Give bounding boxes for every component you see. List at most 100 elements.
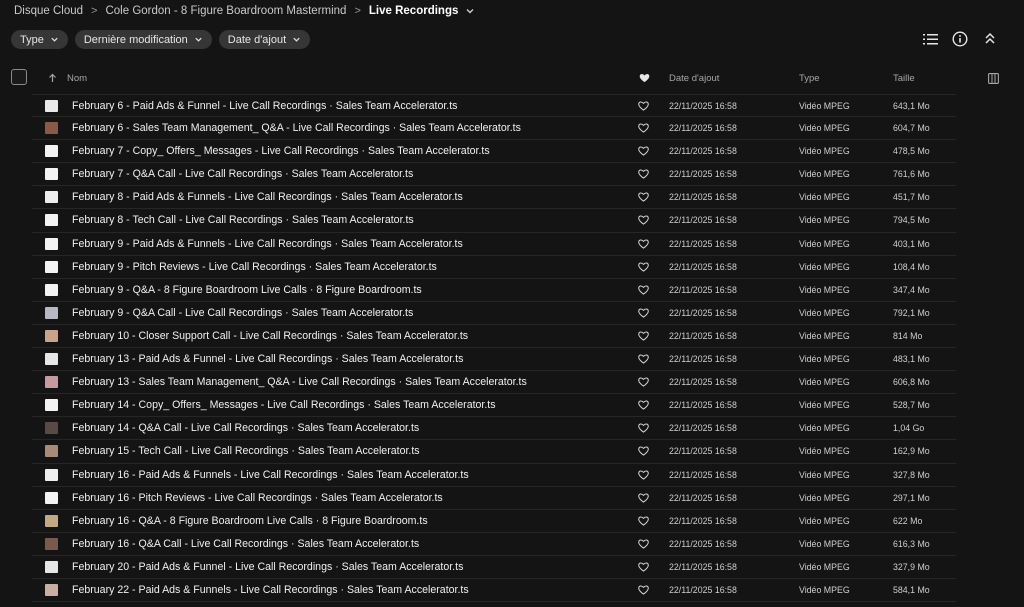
table-row[interactable]: February 16 - Q&A - 8 Figure Boardroom L… — [32, 510, 956, 533]
table-row[interactable]: February 6 - Sales Team Management_ Q&A … — [32, 117, 956, 141]
file-type: Vidéo MPEG — [799, 354, 850, 365]
table-row[interactable]: February 7 - Q&A Call - Live Call Record… — [32, 163, 956, 187]
table-row[interactable]: February 14 - Copy_ Offers_ Messages - L… — [32, 394, 956, 418]
favorite-heart-icon[interactable] — [638, 533, 649, 555]
table-row[interactable]: February 16 - Pitch Reviews - Live Call … — [32, 487, 956, 510]
favorite-heart-icon[interactable] — [638, 256, 649, 278]
info-icon[interactable] — [952, 31, 968, 47]
file-type: Vidéo MPEG — [799, 284, 850, 295]
favorite-heart-icon[interactable] — [638, 510, 649, 532]
breadcrumb-item-folder[interactable]: Cole Gordon - 8 Figure Boardroom Masterm… — [105, 5, 346, 17]
filter-date-added-label: Date d'ajout — [227, 33, 287, 46]
table-row[interactable]: February 9 - Q&A - 8 Figure Boardroom Li… — [32, 279, 956, 302]
file-size: 327,8 Mo — [893, 469, 930, 480]
columns-layout-icon[interactable] — [988, 66, 999, 90]
file-name[interactable]: February 9 - Pitch Reviews - Live Call R… — [72, 256, 437, 278]
favorite-heart-icon[interactable] — [638, 394, 649, 416]
table-row[interactable]: February 22 - Paid Ads & Funnels - Live … — [32, 579, 956, 603]
table-row[interactable]: February 16 - Q&A Call - Live Call Recor… — [32, 533, 956, 556]
filter-date-added-button[interactable]: Date d'ajout — [218, 30, 311, 49]
file-type: Vidéo MPEG — [799, 192, 850, 203]
file-name[interactable]: February 7 - Copy_ Offers_ Messages - Li… — [72, 140, 490, 162]
video-thumbnail — [45, 214, 58, 227]
file-name[interactable]: February 6 - Paid Ads & Funnel - Live Ca… — [72, 95, 457, 117]
column-header-size[interactable]: Taille — [893, 66, 915, 90]
video-thumbnail — [45, 168, 58, 181]
table-row[interactable]: February 8 - Tech Call - Live Call Recor… — [32, 209, 956, 233]
table-row[interactable]: February 9 - Q&A Call - Live Call Record… — [32, 302, 956, 325]
favorite-heart-icon[interactable] — [638, 579, 649, 601]
favorite-heart-icon[interactable] — [638, 279, 649, 301]
filter-type-button[interactable]: Type — [11, 30, 68, 49]
table-row[interactable]: February 9 - Pitch Reviews - Live Call R… — [32, 256, 956, 279]
file-size: 347,4 Mo — [893, 284, 930, 295]
select-all-checkbox[interactable] — [11, 69, 27, 85]
table-row[interactable]: February 15 - Tech Call - Live Call Reco… — [32, 440, 956, 464]
file-name[interactable]: February 7 - Q&A Call - Live Call Record… — [72, 163, 413, 185]
file-name[interactable]: February 16 - Q&A Call - Live Call Recor… — [72, 533, 419, 555]
file-name[interactable]: February 13 - Sales Team Management_ Q&A… — [72, 371, 527, 393]
table-row[interactable]: February 6 - Paid Ads & Funnel - Live Ca… — [32, 94, 956, 118]
video-thumbnail — [45, 145, 58, 158]
file-name[interactable]: February 8 - Tech Call - Live Call Recor… — [72, 209, 414, 231]
favorite-heart-icon[interactable] — [638, 440, 649, 462]
favorite-heart-icon[interactable] — [638, 348, 649, 370]
favorite-heart-icon[interactable] — [638, 302, 649, 324]
file-date-added: 22/11/2025 16:58 — [669, 492, 737, 503]
file-name[interactable]: February 9 - Q&A Call - Live Call Record… — [72, 302, 413, 324]
file-name[interactable]: February 6 - Sales Team Management_ Q&A … — [72, 117, 521, 139]
file-name[interactable]: February 14 - Copy_ Offers_ Messages - L… — [72, 394, 496, 416]
chevron-down-icon — [195, 37, 202, 42]
file-name[interactable]: February 16 - Paid Ads & Funnels - Live … — [72, 464, 469, 486]
video-thumbnail-fill — [45, 191, 58, 204]
table-row[interactable]: February 14 - Q&A Call - Live Call Recor… — [32, 417, 956, 441]
favorite-heart-icon[interactable] — [638, 487, 649, 509]
file-name[interactable]: February 8 - Paid Ads & Funnels - Live C… — [72, 186, 463, 208]
file-name[interactable]: February 20 - Paid Ads & Funnel - Live C… — [72, 556, 463, 578]
file-name[interactable]: February 15 - Tech Call - Live Call Reco… — [72, 440, 420, 462]
column-header-date-added[interactable]: Date d'ajout — [669, 66, 719, 90]
favorite-heart-icon[interactable] — [638, 95, 649, 117]
favorite-heart-icon[interactable] — [638, 556, 649, 578]
sort-arrow-up-icon[interactable] — [48, 66, 57, 90]
column-header-type[interactable]: Type — [799, 66, 820, 90]
file-type: Vidéo MPEG — [799, 538, 850, 549]
file-size: 297,1 Mo — [893, 492, 930, 503]
chevron-down-icon[interactable] — [465, 6, 475, 16]
table-row[interactable]: February 16 - Paid Ads & Funnels - Live … — [32, 464, 956, 487]
favorites-column-heart-icon[interactable] — [639, 66, 650, 90]
favorite-heart-icon[interactable] — [638, 209, 649, 231]
favorite-heart-icon[interactable] — [638, 417, 649, 439]
file-name[interactable]: February 10 - Closer Support Call - Live… — [72, 325, 468, 347]
favorite-heart-icon[interactable] — [638, 325, 649, 347]
favorite-heart-icon[interactable] — [638, 464, 649, 486]
favorite-heart-icon[interactable] — [638, 117, 649, 139]
file-name[interactable]: February 16 - Pitch Reviews - Live Call … — [72, 487, 443, 509]
file-name[interactable]: February 9 - Q&A - 8 Figure Boardroom Li… — [72, 279, 422, 301]
table-row[interactable]: February 8 - Paid Ads & Funnels - Live C… — [32, 186, 956, 210]
favorite-heart-icon[interactable] — [638, 371, 649, 393]
column-header-name[interactable]: Nom — [67, 66, 87, 90]
list-view-icon[interactable] — [922, 31, 938, 47]
file-name[interactable]: February 16 - Q&A - 8 Figure Boardroom L… — [72, 510, 428, 532]
file-name[interactable]: February 9 - Paid Ads & Funnels - Live C… — [72, 233, 463, 255]
filter-modified-button[interactable]: Dernière modification — [74, 30, 212, 49]
file-name[interactable]: February 22 - Paid Ads & Funnels - Live … — [72, 579, 469, 601]
table-row[interactable]: February 7 - Copy_ Offers_ Messages - Li… — [32, 140, 956, 164]
favorite-heart-icon[interactable] — [638, 140, 649, 162]
table-row[interactable]: February 13 - Paid Ads & Funnel - Live C… — [32, 348, 956, 372]
table-row[interactable]: February 9 - Paid Ads & Funnels - Live C… — [32, 233, 956, 256]
table-row[interactable]: February 10 - Closer Support Call - Live… — [32, 325, 956, 349]
video-thumbnail-fill — [45, 237, 58, 250]
table-row[interactable]: February 13 - Sales Team Management_ Q&A… — [32, 371, 956, 395]
breadcrumb-item-current[interactable]: Live Recordings — [369, 5, 458, 17]
file-name[interactable]: February 14 - Q&A Call - Live Call Recor… — [72, 417, 419, 439]
collapse-icon[interactable] — [982, 31, 998, 47]
video-thumbnail — [45, 537, 58, 550]
file-name[interactable]: February 13 - Paid Ads & Funnel - Live C… — [72, 348, 463, 370]
table-row[interactable]: February 20 - Paid Ads & Funnel - Live C… — [32, 556, 956, 579]
breadcrumb-item-root[interactable]: Disque Cloud — [14, 5, 83, 17]
favorite-heart-icon[interactable] — [638, 233, 649, 255]
favorite-heart-icon[interactable] — [638, 163, 649, 185]
favorite-heart-icon[interactable] — [638, 186, 649, 208]
